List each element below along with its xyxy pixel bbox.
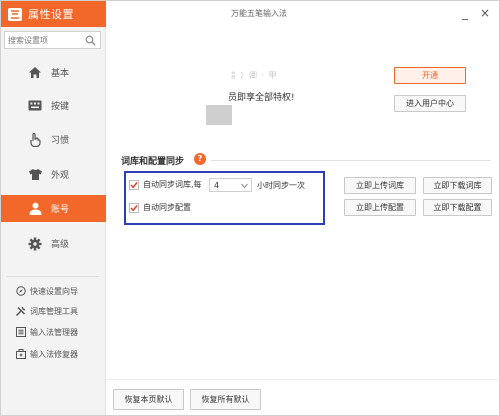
repair-icon	[15, 349, 26, 360]
user-center-button[interactable]: 进入用户中心	[394, 95, 466, 112]
auto-sync-dict-label: 自动同步词库,每	[143, 180, 202, 189]
keyboard-icon	[27, 98, 43, 114]
sidebar-item-keys[interactable]: 按键	[1, 92, 106, 119]
sidebar-divider	[7, 276, 99, 277]
auto-sync-config-checkbox[interactable]	[129, 202, 139, 213]
sidebar-item-label: 习惯	[51, 136, 70, 146]
tool-label: 词库管理工具	[30, 306, 78, 316]
sync-interval-select[interactable]: 4	[209, 178, 252, 192]
search-icon[interactable]	[85, 35, 96, 49]
vip-promo-text: 员即享全部特权!	[228, 93, 295, 103]
sidebar-item-label: 高级	[51, 240, 70, 250]
tool-dict-manager[interactable]: 词库管理工具	[1, 303, 106, 319]
close-button[interactable]: ×	[478, 6, 492, 20]
shirt-icon	[27, 167, 43, 183]
download-dict-button[interactable]: 立即下载词库	[423, 177, 492, 194]
sidebar-item-label: 按键	[51, 102, 70, 112]
gear-icon	[27, 236, 43, 252]
sync-interval-unit: 小时同步一次	[257, 181, 305, 190]
upload-dict-button[interactable]: 立即上传词库	[344, 177, 416, 194]
avatar	[206, 105, 232, 125]
hand-icon	[27, 132, 43, 148]
search-input[interactable]	[5, 35, 83, 45]
list-icon	[15, 327, 26, 338]
app-header: 属性设置	[1, 1, 106, 27]
tools-icon	[15, 306, 26, 317]
sidebar-item-account[interactable]: 账号	[1, 195, 106, 222]
sync-section-title: 词库和配置同步	[121, 157, 185, 167]
sidebar-item-appearance[interactable]: 外观	[1, 161, 106, 188]
sync-interval-value: 4	[214, 180, 220, 190]
sidebar: 属性设置 基本 按键 习惯	[1, 1, 106, 415]
chevron-down-icon	[241, 182, 248, 191]
auto-sync-dict-checkbox[interactable]	[129, 179, 139, 190]
sidebar-item-label: 账号	[51, 205, 70, 215]
sidebar-item-label: 外观	[51, 171, 70, 181]
tool-label: 快速设置向导	[30, 286, 78, 296]
help-icon[interactable]: ?	[194, 153, 206, 165]
user-icon	[27, 201, 43, 217]
auto-sync-dict-option[interactable]: 自动同步词库,每	[129, 179, 202, 190]
open-vip-button[interactable]: 开通	[394, 67, 466, 84]
sidebar-item-label: 基本	[51, 69, 70, 79]
section-divider	[211, 160, 491, 161]
tool-quick-setup-wizard[interactable]: 快速设置向导	[1, 283, 106, 299]
tool-label: 输入法管理器	[30, 327, 78, 337]
sidebar-item-habits[interactable]: 习惯	[1, 126, 106, 153]
compass-icon	[15, 286, 26, 297]
tool-label: 输入法修复器	[30, 349, 78, 359]
app-title: 属性设置	[28, 8, 74, 21]
settings-window: 属性设置 基本 按键 习惯	[0, 0, 500, 416]
restore-page-defaults-button[interactable]: 恢复本页默认	[113, 389, 184, 410]
auto-sync-config-label: 自动同步配置	[143, 203, 191, 212]
restore-all-defaults-button[interactable]: 恢复所有默认	[190, 389, 261, 410]
tool-ime-repair[interactable]: 输入法修复器	[1, 346, 106, 362]
upload-config-button[interactable]: 立即上传配置	[344, 199, 416, 216]
footer-divider	[107, 379, 499, 380]
download-config-button[interactable]: 立即下载配置	[423, 199, 492, 216]
minimize-button[interactable]: _	[458, 6, 472, 20]
search-box[interactable]	[4, 31, 101, 49]
auto-sync-config-option[interactable]: 自动同步配置	[129, 202, 191, 213]
sidebar-item-advanced[interactable]: 高级	[1, 230, 106, 257]
app-logo-icon	[8, 7, 22, 21]
window-title: 万能五笔输入法	[231, 9, 287, 18]
tool-ime-manager[interactable]: 输入法管理器	[1, 324, 106, 340]
sidebar-item-basic[interactable]: 基本	[1, 59, 106, 86]
username-text: 訁冫卿 · 甲	[231, 71, 278, 80]
home-icon	[27, 65, 43, 81]
